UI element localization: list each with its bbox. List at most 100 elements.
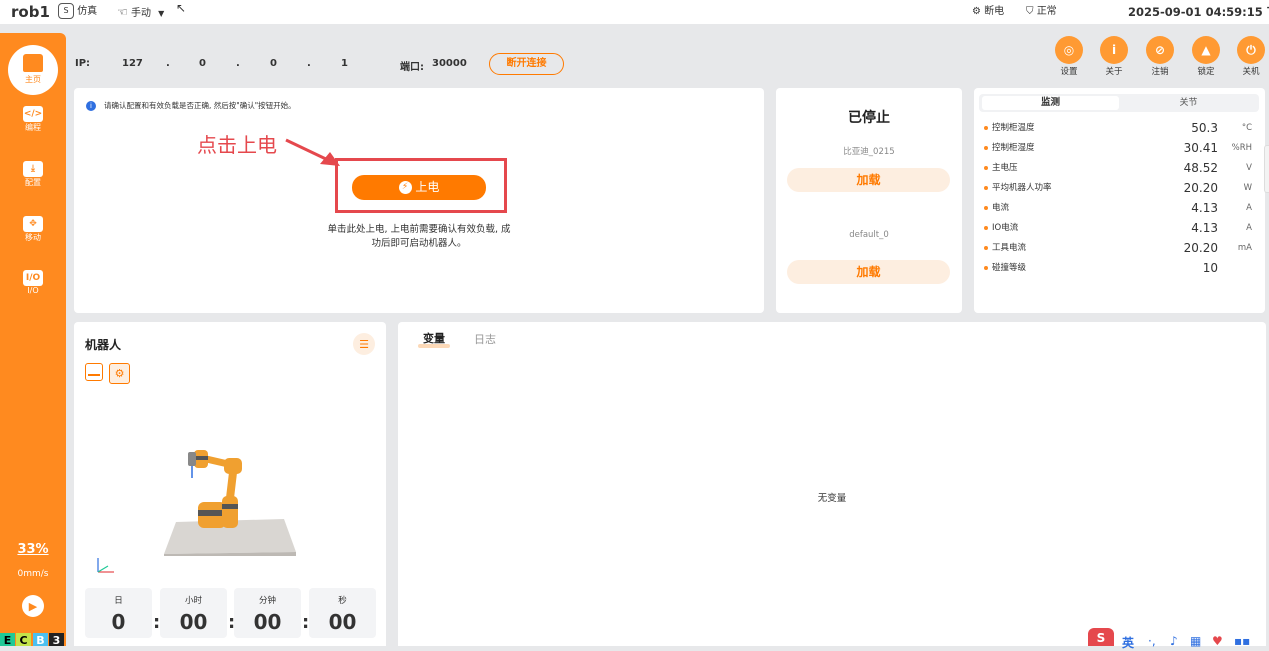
annotation-text: 点击上电 (197, 133, 277, 157)
power-icon[interactable]: ⏻ (1237, 36, 1265, 64)
top-bar: rob1 S 仿真 ☜ 手动 ▼ ↖ ⚙ 断电 ⛉ 正常 2025-09-01 … (0, 0, 1269, 24)
monitor-label: 工具电流 (992, 243, 1027, 253)
ip-octet-3: 0 (270, 58, 277, 69)
disconnect-button[interactable]: 断开连接 (489, 53, 564, 75)
config-icon: ⤓ (23, 161, 43, 177)
io-icon: I/O (23, 270, 43, 286)
monitor-unit: mA (1237, 243, 1252, 253)
timer-days: 日 0 (85, 588, 152, 638)
monitor-label: 控制柜温度 (992, 123, 1035, 133)
power-hint-line2: 功后即可启动机器人。 (371, 238, 467, 249)
power-status-label: 断电 (984, 6, 1005, 17)
bullet-dot (984, 145, 988, 150)
sidebar-item-label: 编程 (25, 123, 41, 132)
tab-monitor[interactable]: 监测 (982, 96, 1119, 110)
mode-selector[interactable]: ☜ 手动 ▼ (117, 0, 164, 24)
monitor-unit: °C (1241, 123, 1252, 133)
sidebar-item-label: I/O (27, 286, 39, 295)
monitor-value: 10 (1202, 261, 1218, 275)
sidebar: 主页 </> 编程 ⤓ 配置 ✥ 移动 I/O I/O 33% 0mm/s ▶ (0, 33, 66, 646)
bullet-dot (984, 185, 988, 190)
ime-lang[interactable]: 英 (1122, 634, 1134, 651)
robot-state: 已停止 (848, 110, 890, 126)
bullet-dot (984, 265, 988, 270)
robot-view-button[interactable]: ⚙ (109, 363, 130, 384)
monitor-row: 碰撞等级 10 (984, 258, 1252, 278)
power-on-label: 上电 (415, 180, 440, 194)
play-button[interactable]: ▶ (22, 595, 44, 617)
base-view-button[interactable] (85, 363, 103, 381)
monitor-row: IO电流 4.13 A (984, 218, 1252, 238)
monitor-value: 30.41 (1183, 141, 1218, 155)
monitor-panel: 监测 关节 控制柜温度 50.3 °C 控制柜湿度 30.41 %RH 主电压 48.52… (974, 88, 1265, 313)
timer-minutes-value: 00 (253, 610, 282, 634)
monitor-label: 控制柜湿度 (992, 143, 1035, 153)
monitor-unit: W (1243, 183, 1252, 193)
monitor-value: 50.3 (1191, 121, 1218, 135)
list-button[interactable]: ☰ (353, 333, 375, 355)
simulation-toggle[interactable]: S 仿真 (58, 0, 97, 24)
logout-icon[interactable]: ⊘ (1146, 36, 1174, 64)
ime-toolbar: S 英 ·, ♪ ▦ ♥ ▪▪ (1088, 628, 1269, 650)
monitor-value: 20.20 (1183, 181, 1218, 195)
timer-hours-label: 小时 (184, 596, 202, 606)
bullet-dot (984, 225, 988, 230)
empty-variables: 无变量 (817, 493, 847, 504)
sidebar-item-program[interactable]: </> 编程 (0, 106, 66, 133)
ip-octet-1: 127 (122, 58, 143, 69)
side-scroll-handle[interactable] (1264, 145, 1269, 193)
power-hint-line1: 单击此处上电, 上电前需要确认有效负载, 成 (327, 224, 511, 235)
robot-name: rob1 (11, 3, 50, 21)
list-icon: ☰ (359, 338, 369, 351)
timer-days-label: 日 (114, 596, 123, 606)
lock-label: 锁定 (1197, 67, 1215, 77)
power-on-button[interactable]: ⚡ 上电 (352, 175, 486, 200)
speed-percent[interactable]: 33% (0, 542, 66, 557)
lock-icon[interactable]: ▲ (1192, 36, 1220, 64)
monitor-row: 平均机器人功率 20.20 W (984, 178, 1252, 198)
timer-seconds: 秒 00 (309, 588, 376, 638)
ip-octet-4: 1 (341, 58, 348, 69)
ip-label: IP: (75, 58, 91, 69)
power-status: ⚙ 断电 (972, 0, 1004, 24)
info-message: 请确认配置和有效负载是否正确, 然后按"确认"按钮开始。 (104, 101, 296, 110)
shield-icon: ⛉ (1026, 6, 1034, 17)
sidebar-item-config[interactable]: ⤓ 配置 (0, 161, 66, 188)
sidebar-item-io[interactable]: I/O I/O (0, 270, 66, 295)
tab-log[interactable]: 日志 (474, 331, 496, 347)
port-value: 30000 (432, 58, 467, 69)
timer-days-value: 0 (111, 610, 126, 634)
speed-value: 0mm/s (17, 569, 49, 579)
base-icon (88, 370, 100, 376)
settings-label: 设置 (1060, 67, 1078, 77)
tab-joint[interactable]: 关节 (1120, 96, 1257, 110)
robot-arm-icon: ⚙ (114, 367, 125, 380)
tab-variables[interactable]: 变量 (414, 330, 454, 348)
code-icon: </> (23, 106, 43, 122)
system-status-label: 正常 (1036, 6, 1057, 17)
info-icon[interactable]: i (1100, 36, 1128, 64)
home-icon (23, 54, 43, 72)
monitor-label: IO电流 (992, 223, 1019, 233)
sogou-icon[interactable]: S (1088, 628, 1114, 646)
sidebar-item-home[interactable]: 主页 (8, 45, 58, 95)
status-letter-c: C (16, 633, 31, 647)
bullet-dot (984, 245, 988, 250)
timer-minutes: 分钟 00 (234, 588, 301, 638)
axis-gizmo (97, 558, 114, 573)
settings-icon[interactable]: ◎ (1055, 36, 1083, 64)
bullet-dot (984, 125, 988, 130)
load-button-2[interactable]: 加载 (787, 260, 950, 284)
ip-dot: . (166, 58, 170, 69)
variables-panel: 变量 日志 无变量 (398, 322, 1266, 646)
load-button-1[interactable]: 加载 (787, 168, 950, 192)
sidebar-item-label: 配置 (25, 178, 41, 187)
sidebar-item-move[interactable]: ✥ 移动 (0, 216, 66, 243)
payload-name-2: default_0 (849, 230, 889, 240)
simulation-icon: S (58, 3, 74, 19)
status-letter-b: B (33, 633, 48, 647)
monitor-label: 平均机器人功率 (992, 183, 1052, 193)
play-icon: ▶ (28, 600, 38, 613)
tab-active-indicator (418, 344, 450, 348)
robot-3d-view (164, 450, 296, 556)
